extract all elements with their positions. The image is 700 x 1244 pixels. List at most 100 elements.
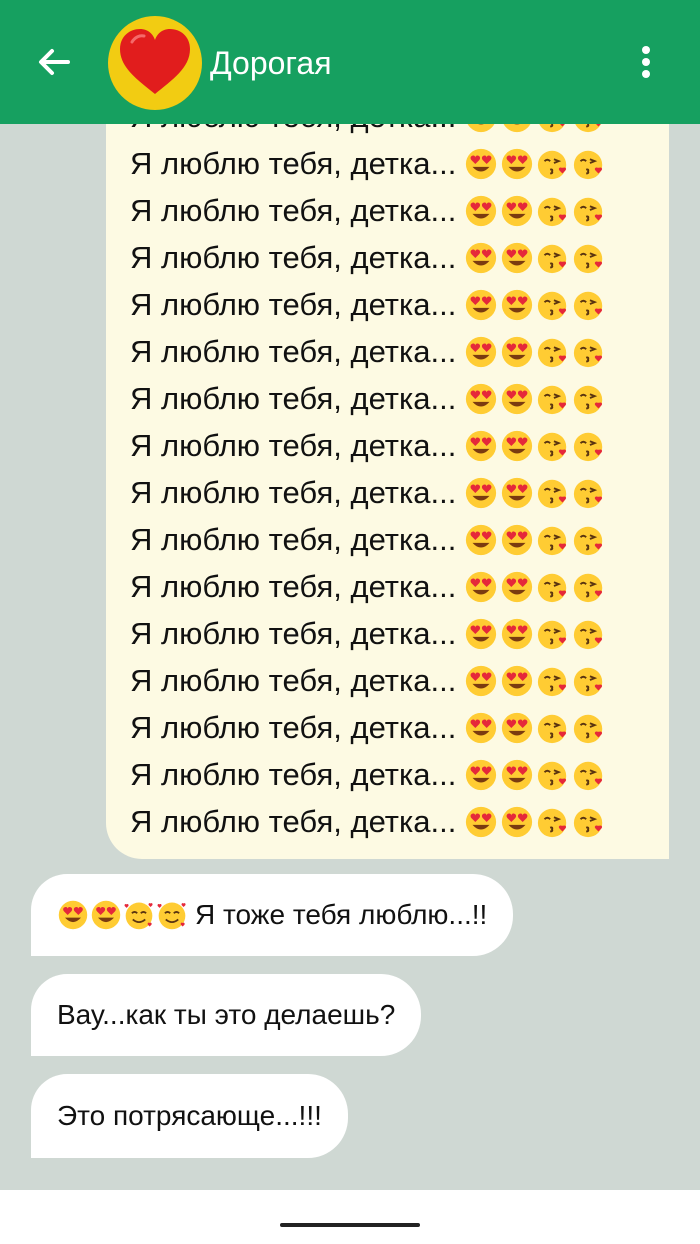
heart-eyes-emoji xyxy=(500,241,534,275)
sent-message-line-text: Я люблю тебя, детка... xyxy=(130,124,456,135)
sent-message-line: Я люблю тебя, детка... xyxy=(130,563,608,610)
heart-eyes-emoji xyxy=(500,664,534,698)
heart-eyes-emoji xyxy=(464,194,498,228)
sent-message-line: Я люблю тебя, детка... xyxy=(130,751,608,798)
kissing-heart-emoji xyxy=(572,758,606,792)
sent-message-line-text: Я люблю тебя, детка... xyxy=(130,286,457,322)
kissing-heart-emoji xyxy=(572,805,606,839)
heart-eyes-emoji xyxy=(500,382,534,416)
sent-message-line-text: Я люблю тебя, детка... xyxy=(130,615,457,651)
sent-message-line: Я люблю тебя, детка... xyxy=(130,328,608,375)
sent-message-line-text: Я люблю тебя, детка... xyxy=(130,709,457,745)
arrow-left-icon xyxy=(39,49,70,75)
heart-eyes-emoji xyxy=(464,664,498,698)
heart-eyes-emoji xyxy=(57,899,89,931)
heart-eyes-emoji xyxy=(464,570,498,604)
sent-message-line-text: Я люблю тебя, детка... xyxy=(130,192,457,228)
heart-eyes-emoji xyxy=(500,288,534,322)
sent-message-line-text: Я люблю тебя, детка... xyxy=(130,380,457,416)
kissing-heart-emoji xyxy=(536,124,570,134)
heart-eyes-emoji xyxy=(464,335,498,369)
sent-message-line: Я люблю тебя, детка... xyxy=(130,187,608,234)
kissing-heart-emoji xyxy=(572,241,606,275)
heart-eyes-emoji xyxy=(500,147,534,181)
heart-eyes-emoji xyxy=(500,758,534,792)
heart-eyes-emoji xyxy=(500,194,534,228)
received-message-text: Я тоже тебя люблю...!! xyxy=(195,899,488,930)
kissing-heart-emoji xyxy=(536,288,570,322)
heart-eyes-emoji xyxy=(500,335,534,369)
kissing-heart-emoji xyxy=(572,664,606,698)
sent-message-line-text: Я люблю тебя, детка... xyxy=(130,568,457,604)
kissing-heart-emoji xyxy=(572,617,606,651)
kissing-heart-emoji xyxy=(536,805,570,839)
kissing-heart-emoji xyxy=(536,429,570,463)
heart-eyes-emoji xyxy=(464,617,498,651)
kissing-heart-emoji xyxy=(572,382,606,416)
sent-message-line: Я люблю тебя, детка... xyxy=(130,124,608,140)
heart-eyes-emoji xyxy=(464,805,498,839)
kissing-heart-emoji xyxy=(536,382,570,416)
heart-eyes-emoji xyxy=(464,382,498,416)
back-button[interactable] xyxy=(30,38,78,86)
chat-header: Дорогая xyxy=(0,0,700,124)
home-indicator[interactable] xyxy=(280,1223,420,1227)
contact-avatar[interactable] xyxy=(108,16,202,110)
kissing-heart-emoji xyxy=(536,241,570,275)
kissing-heart-emoji xyxy=(536,194,570,228)
kissing-heart-emoji xyxy=(536,617,570,651)
kissing-heart-emoji xyxy=(572,194,606,228)
heart-eyes-emoji xyxy=(500,124,534,134)
heart-eyes-emoji xyxy=(500,711,534,745)
kissing-heart-emoji xyxy=(572,711,606,745)
kissing-heart-emoji xyxy=(536,758,570,792)
heart-eyes-emoji xyxy=(464,523,498,557)
sent-message-line: Я люблю тебя, детка... xyxy=(130,234,608,281)
sent-message-line: Я люблю тебя, детка... xyxy=(130,281,608,328)
kissing-heart-emoji xyxy=(572,124,606,134)
heart-eyes-emoji xyxy=(500,476,534,510)
received-message-bubble[interactable]: Вау...как ты это делаешь? xyxy=(31,974,422,1056)
sent-message-line: Я люблю тебя, детка... xyxy=(130,657,608,704)
sent-message-line-text: Я люблю тебя, детка... xyxy=(130,145,457,181)
heart-eyes-emoji xyxy=(500,429,534,463)
heart-eyes-emoji xyxy=(500,570,534,604)
sent-message-bubble[interactable]: Я люблю тебя, детка... Я люблю тебя, детк… xyxy=(106,124,669,859)
kissing-heart-emoji xyxy=(572,570,606,604)
received-message-text: Вау...как ты это делаешь? xyxy=(57,999,396,1030)
red-heart-icon xyxy=(120,29,190,94)
kissing-heart-emoji xyxy=(536,523,570,557)
sent-message-line-text: Я люблю тебя, детка... xyxy=(130,756,457,792)
heart-eyes-emoji xyxy=(90,899,122,931)
smiling-hearts-emoji xyxy=(156,899,188,931)
sent-message-line-text: Я люблю тебя, детка... xyxy=(130,521,457,557)
sent-message-line-text: Я люблю тебя, детка... xyxy=(130,333,457,369)
sent-message-line: Я люблю тебя, детка... xyxy=(130,610,608,657)
more-options-button[interactable] xyxy=(624,38,668,86)
kissing-heart-emoji xyxy=(572,335,606,369)
sent-message-line: Я люблю тебя, детка... xyxy=(130,704,608,751)
kissing-heart-emoji xyxy=(536,570,570,604)
kissing-heart-emoji xyxy=(572,476,606,510)
kissing-heart-emoji xyxy=(536,664,570,698)
kissing-heart-emoji xyxy=(572,288,606,322)
received-message-bubble[interactable]: Я тоже тебя люблю...!! xyxy=(31,874,514,956)
kissing-heart-emoji xyxy=(572,147,606,181)
sent-message-line-text: Я люблю тебя, детка... xyxy=(130,474,457,510)
heart-eyes-emoji xyxy=(500,523,534,557)
kissing-heart-emoji xyxy=(536,335,570,369)
heart-eyes-emoji xyxy=(464,288,498,322)
kissing-heart-emoji xyxy=(536,476,570,510)
heart-eyes-emoji xyxy=(464,711,498,745)
heart-eyes-emoji xyxy=(464,429,498,463)
heart-eyes-emoji xyxy=(464,147,498,181)
sent-message-line: Я люблю тебя, детка... xyxy=(130,140,608,187)
sent-message-lines: Я люблю тебя, детка... Я люблю тебя, детк… xyxy=(130,124,608,845)
sent-message-line-text: Я люблю тебя, детка... xyxy=(130,803,457,839)
kissing-heart-emoji xyxy=(572,523,606,557)
received-message-bubble[interactable]: Это потрясающе...!!! xyxy=(31,1074,348,1158)
more-vertical-icon xyxy=(642,46,650,78)
contact-name[interactable]: Дорогая xyxy=(210,44,332,82)
navigation-bar xyxy=(0,1190,700,1244)
chat-area[interactable]: Я люблю тебя, детка... Я люблю тебя, детк… xyxy=(0,124,700,1190)
